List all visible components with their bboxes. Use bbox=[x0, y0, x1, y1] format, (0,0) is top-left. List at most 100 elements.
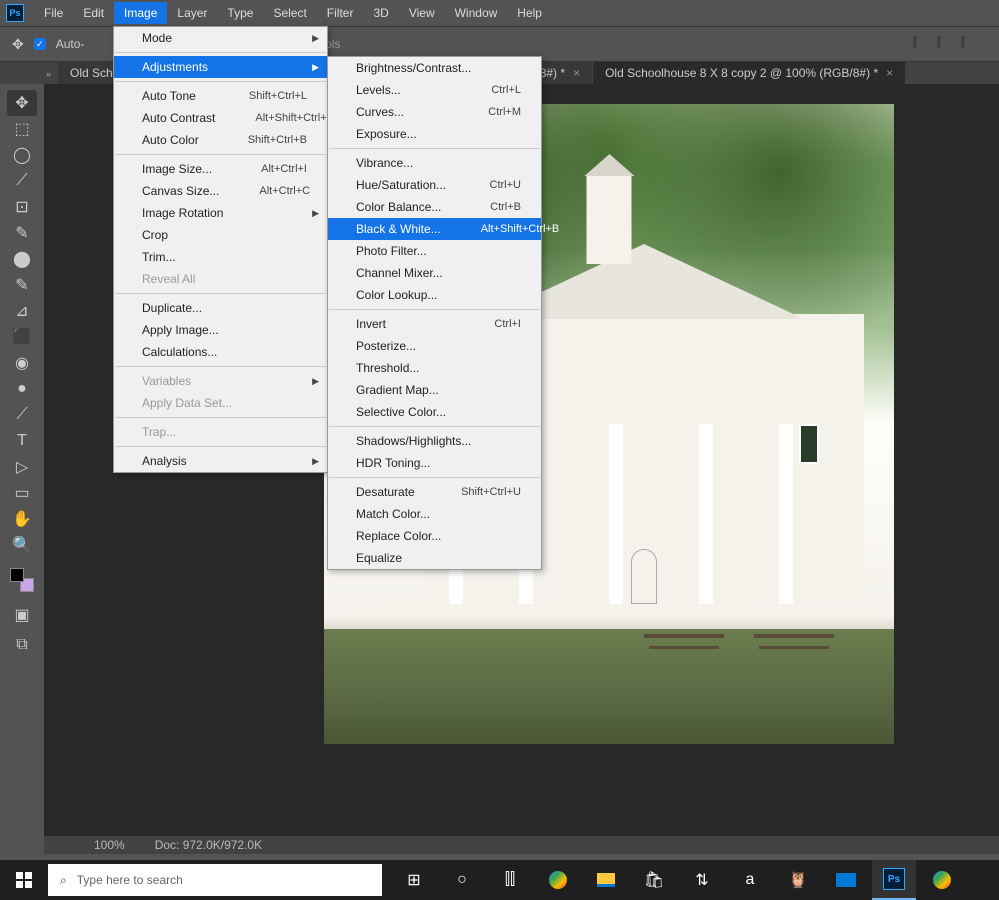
tool-5[interactable]: ✎ bbox=[7, 220, 37, 246]
menu-filter[interactable]: Filter bbox=[317, 2, 364, 24]
menu-item-image-size-[interactable]: Image Size...Alt+Ctrl+I bbox=[114, 158, 327, 180]
menu-item-hue-saturation-[interactable]: Hue/Saturation...Ctrl+U bbox=[328, 174, 541, 196]
menu-item-black-white-[interactable]: Black & White...Alt+Shift+Ctrl+B bbox=[328, 218, 541, 240]
menu-item-curves-[interactable]: Curves...Ctrl+M bbox=[328, 101, 541, 123]
menu-item-image-rotation[interactable]: Image Rotation▶ bbox=[114, 202, 327, 224]
tool-12[interactable]: ⟋ bbox=[7, 402, 37, 428]
menu-view[interactable]: View bbox=[399, 2, 445, 24]
tool-17[interactable]: 🔍 bbox=[7, 532, 37, 558]
taskbar-app-11[interactable] bbox=[920, 860, 964, 900]
submenu-arrow-icon: ▶ bbox=[312, 62, 319, 73]
taskbar-app-3[interactable] bbox=[536, 860, 580, 900]
taskbar-app-5[interactable]: 🛍 bbox=[632, 860, 676, 900]
menu-item-selective-color-[interactable]: Selective Color... bbox=[328, 401, 541, 423]
menu-item-analysis[interactable]: Analysis▶ bbox=[114, 450, 327, 472]
search-box[interactable]: ⌕ Type here to search bbox=[48, 864, 382, 896]
submenu-arrow-icon: ▶ bbox=[312, 33, 319, 44]
menu-item-threshold-[interactable]: Threshold... bbox=[328, 357, 541, 379]
align-btn[interactable]: ⫿ bbox=[961, 35, 979, 53]
menu-item-color-lookup-[interactable]: Color Lookup... bbox=[328, 284, 541, 306]
zoom-level[interactable]: 100% bbox=[94, 838, 125, 852]
menu-item-adjustments[interactable]: Adjustments▶ bbox=[114, 56, 327, 78]
tool-4[interactable]: ⊡ bbox=[7, 194, 37, 220]
menu-edit[interactable]: Edit bbox=[73, 2, 114, 24]
tool-8[interactable]: ⊿ bbox=[7, 298, 37, 324]
menu-item-calculations-[interactable]: Calculations... bbox=[114, 341, 327, 363]
tool-1[interactable]: ⬚ bbox=[7, 116, 37, 142]
menu-item-apply-image-[interactable]: Apply Image... bbox=[114, 319, 327, 341]
menu-item-auto-color[interactable]: Auto ColorShift+Ctrl+B bbox=[114, 129, 327, 151]
menu-3d[interactable]: 3D bbox=[363, 2, 398, 24]
tool-6[interactable]: ⬤ bbox=[7, 246, 37, 272]
taskbar-app-8[interactable]: 🦉 bbox=[776, 860, 820, 900]
tool-9[interactable]: ⬛ bbox=[7, 324, 37, 350]
menu-select[interactable]: Select bbox=[263, 2, 316, 24]
taskbar-app-10[interactable]: Ps bbox=[872, 860, 916, 900]
menu-item-levels-[interactable]: Levels...Ctrl+L bbox=[328, 79, 541, 101]
align-btn[interactable]: ⫿ bbox=[913, 35, 931, 53]
menu-file[interactable]: File bbox=[34, 2, 73, 24]
tool-13[interactable]: T bbox=[7, 428, 37, 454]
taskbar-app-4[interactable] bbox=[584, 860, 628, 900]
menu-layer[interactable]: Layer bbox=[167, 2, 217, 24]
menu-item-mode[interactable]: Mode▶ bbox=[114, 27, 327, 49]
move-tool-icon: ✥ bbox=[12, 36, 24, 53]
menu-item-posterize-[interactable]: Posterize... bbox=[328, 335, 541, 357]
taskbar-app-0[interactable]: ⊞ bbox=[392, 860, 436, 900]
taskbar-app-9[interactable] bbox=[824, 860, 868, 900]
menu-window[interactable]: Window bbox=[445, 2, 508, 24]
menu-item-canvas-size-[interactable]: Canvas Size...Alt+Ctrl+C bbox=[114, 180, 327, 202]
menu-item-channel-mixer-[interactable]: Channel Mixer... bbox=[328, 262, 541, 284]
foreground-color[interactable] bbox=[10, 568, 24, 582]
tab-expand-icon[interactable]: » bbox=[46, 64, 58, 84]
auto-select-checkbox[interactable]: ✓ bbox=[34, 38, 46, 50]
quick-mask-icon[interactable]: ▣ bbox=[7, 602, 37, 628]
menu-item-gradient-map-[interactable]: Gradient Map... bbox=[328, 379, 541, 401]
menu-item-hdr-toning-[interactable]: HDR Toning... bbox=[328, 452, 541, 474]
menu-item-invert[interactable]: InvertCtrl+I bbox=[328, 313, 541, 335]
image-menu-dropdown: Mode▶Adjustments▶Auto ToneShift+Ctrl+LAu… bbox=[113, 26, 328, 473]
color-swatches[interactable] bbox=[10, 568, 34, 592]
menu-item-photo-filter-[interactable]: Photo Filter... bbox=[328, 240, 541, 262]
screen-mode-icon[interactable]: ⧉ bbox=[7, 632, 37, 658]
windows-taskbar: ⌕ Type here to search ⊞○⫿⫿ 🛍⇅a🦉 Ps bbox=[0, 860, 999, 900]
taskbar-app-2[interactable]: ⫿⫿ bbox=[488, 860, 532, 900]
menu-item-crop[interactable]: Crop bbox=[114, 224, 327, 246]
start-button[interactable] bbox=[0, 860, 48, 900]
tool-15[interactable]: ▭ bbox=[7, 480, 37, 506]
menu-item-duplicate-[interactable]: Duplicate... bbox=[114, 297, 327, 319]
menu-item-auto-tone[interactable]: Auto ToneShift+Ctrl+L bbox=[114, 85, 327, 107]
menu-item-brightness-contrast-[interactable]: Brightness/Contrast... bbox=[328, 57, 541, 79]
close-icon[interactable]: × bbox=[573, 66, 580, 80]
menu-item-equalize[interactable]: Equalize bbox=[328, 547, 541, 569]
menu-image[interactable]: Image bbox=[114, 2, 167, 24]
menu-type[interactable]: Type bbox=[217, 2, 263, 24]
taskbar-app-1[interactable]: ○ bbox=[440, 860, 484, 900]
search-placeholder: Type here to search bbox=[77, 873, 183, 887]
menu-item-trim-[interactable]: Trim... bbox=[114, 246, 327, 268]
tool-7[interactable]: ✎ bbox=[7, 272, 37, 298]
menu-item-exposure-[interactable]: Exposure... bbox=[328, 123, 541, 145]
menu-item-shadows-highlights-[interactable]: Shadows/Highlights... bbox=[328, 430, 541, 452]
menu-item-auto-contrast[interactable]: Auto ContrastAlt+Shift+Ctrl+L bbox=[114, 107, 327, 129]
menu-item-desaturate[interactable]: DesaturateShift+Ctrl+U bbox=[328, 481, 541, 503]
menu-item-vibrance-[interactable]: Vibrance... bbox=[328, 152, 541, 174]
tool-10[interactable]: ◉ bbox=[7, 350, 37, 376]
menu-item-color-balance-[interactable]: Color Balance...Ctrl+B bbox=[328, 196, 541, 218]
tool-2[interactable]: ◯ bbox=[7, 142, 37, 168]
taskbar-app-6[interactable]: ⇅ bbox=[680, 860, 724, 900]
tool-16[interactable]: ✋ bbox=[7, 506, 37, 532]
menu-item-match-color-[interactable]: Match Color... bbox=[328, 503, 541, 525]
menu-help[interactable]: Help bbox=[507, 2, 552, 24]
tool-0[interactable]: ✥ bbox=[7, 90, 37, 116]
tool-3[interactable]: ⟋ bbox=[7, 168, 37, 194]
align-btn[interactable]: ⫿ bbox=[937, 35, 955, 53]
submenu-arrow-icon: ▶ bbox=[312, 376, 319, 387]
tool-14[interactable]: ▷ bbox=[7, 454, 37, 480]
close-icon[interactable]: × bbox=[886, 66, 893, 80]
menu-item-replace-color-[interactable]: Replace Color... bbox=[328, 525, 541, 547]
taskbar-app-7[interactable]: a bbox=[728, 860, 772, 900]
file-tab-active[interactable]: Old Schoolhouse 8 X 8 copy 2 @ 100% (RGB… bbox=[593, 62, 905, 84]
doc-size: Doc: 972.0K/972.0K bbox=[155, 838, 262, 852]
tool-11[interactable]: ● bbox=[7, 376, 37, 402]
